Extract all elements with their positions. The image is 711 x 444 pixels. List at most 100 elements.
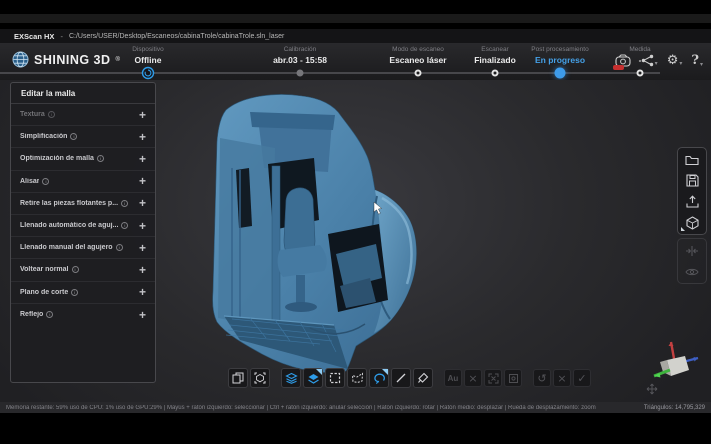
- panel-item-llenado-manual[interactable]: Llenado manual del agujero i +: [11, 237, 155, 260]
- rect-select-button[interactable]: [325, 368, 345, 388]
- workflow-header: SHINING 3D ® Dispositivo Offline Calibra…: [0, 43, 711, 80]
- target-select-button: [504, 369, 522, 387]
- info-icon: i: [71, 288, 79, 296]
- xyz-axis-gizmo[interactable]: [646, 336, 704, 386]
- add-icon[interactable]: +: [139, 197, 146, 209]
- add-icon[interactable]: +: [139, 309, 146, 321]
- add-icon[interactable]: +: [139, 175, 146, 187]
- panel-item-alisar[interactable]: Alisar i +: [11, 171, 155, 193]
- save-button[interactable]: [680, 171, 704, 190]
- 3d-viewport[interactable]: Editar la malla Textura i + Simplificaci…: [0, 80, 711, 402]
- device-status-dot[interactable]: [141, 66, 155, 80]
- add-icon[interactable]: +: [139, 286, 146, 298]
- modo-escaneo-dot[interactable]: [414, 69, 422, 77]
- info-icon: i: [115, 244, 123, 252]
- app-title: EXScan HX: [14, 31, 55, 41]
- calibracion-dot[interactable]: [296, 69, 304, 77]
- step-label: Calibración: [283, 46, 317, 53]
- add-icon[interactable]: +: [139, 220, 146, 232]
- panel-item-voltear-normal[interactable]: Voltear normal i +: [11, 259, 155, 282]
- panel-item-plano-corte[interactable]: Plano de corte i +: [11, 282, 155, 304]
- scanner-device-button[interactable]: [612, 54, 632, 70]
- confirm-button: ✓: [573, 369, 591, 387]
- import-scan-icon: [232, 372, 244, 384]
- step-dispositivo[interactable]: Dispositivo Offline: [83, 46, 213, 65]
- model-cube-icon: [685, 215, 699, 230]
- status-hints: Memoria restante: 59% uso de CPU: 1% uso…: [6, 404, 596, 411]
- deselect-button: ×: [464, 369, 482, 387]
- right-toolbar-file-group: [677, 147, 707, 235]
- chevron-down-icon: ▾: [699, 62, 703, 68]
- corner-badge: [316, 369, 322, 375]
- medida-dot[interactable]: [636, 69, 644, 77]
- info-icon: i: [121, 222, 129, 230]
- status-bar: Memoria restante: 59% uso de CPU: 1% uso…: [0, 402, 711, 413]
- panel-item-textura[interactable]: Textura i +: [11, 104, 155, 127]
- settings-gear-icon: ⚙: [666, 53, 679, 68]
- line-select-icon: [396, 373, 406, 383]
- undo-icon: ↺: [537, 371, 547, 385]
- escanear-dot[interactable]: [491, 69, 499, 77]
- undo-button: ↺: [533, 369, 551, 387]
- import-scan-button[interactable]: [228, 368, 248, 388]
- deselect-icon: ×: [468, 371, 478, 385]
- select-all-button: [484, 369, 502, 387]
- overlay-display-button[interactable]: [303, 368, 323, 388]
- add-icon[interactable]: +: [139, 264, 146, 276]
- cancel-button: ×: [553, 369, 571, 387]
- panel-item-reflejo[interactable]: Reflejo i +: [11, 304, 155, 326]
- layers-icon: [284, 372, 298, 384]
- corner-badge: [681, 227, 685, 231]
- step-value: abr.03 - 15:58: [273, 55, 327, 65]
- add-icon[interactable]: +: [139, 109, 146, 121]
- globe-logo-icon: [12, 51, 29, 68]
- file-tool-group: [228, 368, 270, 388]
- info-icon: i: [121, 199, 129, 207]
- panel-item-optimizacion-malla[interactable]: Optimización de malla i +: [11, 148, 155, 171]
- step-label: Medida: [629, 46, 651, 53]
- device-sync-icon: [141, 66, 155, 80]
- title-bar: EXScan HX - C:/Users/USER/Desktop/Escane…: [0, 29, 711, 43]
- add-icon[interactable]: +: [139, 242, 146, 254]
- eye-icon: [685, 268, 699, 275]
- post-procesamiento-dot[interactable]: [554, 67, 566, 79]
- brush-select-button[interactable]: [413, 368, 433, 388]
- edit-mesh-panel: Editar la malla Textura i + Simplificaci…: [10, 82, 156, 383]
- target-select-icon: [508, 373, 518, 383]
- add-icon[interactable]: +: [139, 131, 146, 143]
- export-upload-icon: [685, 195, 699, 208]
- layers-button[interactable]: [281, 368, 301, 388]
- info-icon: i: [70, 133, 78, 141]
- line-select-button[interactable]: [391, 368, 411, 388]
- add-icon[interactable]: +: [139, 153, 146, 165]
- export-button[interactable]: [680, 192, 704, 211]
- auto-select-button: Au: [444, 369, 462, 387]
- confirm-group: ↺ × ✓: [533, 369, 591, 387]
- info-icon: i: [71, 266, 79, 274]
- help-icon: ?: [691, 53, 699, 68]
- panel-item-piezas-flotantes[interactable]: Retire las piezas flotantes p... i +: [11, 193, 155, 215]
- panel-item-simplificacion[interactable]: Simplificación i +: [11, 126, 155, 149]
- lasso-select-button[interactable]: [369, 368, 389, 388]
- selection-ops-group: Au ×: [444, 369, 522, 387]
- rect-select-icon: [329, 372, 341, 384]
- step-value: Offline: [134, 55, 162, 65]
- help-button[interactable]: ? ▾: [691, 53, 703, 68]
- settings-button[interactable]: ⚙ ▾: [667, 54, 683, 67]
- file-path: C:/Users/USER/Desktop/Escaneos/cabinaTro…: [68, 32, 285, 40]
- view-cube-button[interactable]: [250, 368, 270, 388]
- panel-item-llenado-automatico[interactable]: Llenado automático de aguj... i +: [11, 215, 155, 238]
- chevron-down-icon: ▾: [654, 61, 658, 67]
- model-view-button[interactable]: [680, 213, 704, 232]
- fit-view-icon: [686, 245, 698, 256]
- open-project-button[interactable]: [680, 150, 704, 169]
- cancel-icon: ×: [557, 371, 567, 385]
- header-actions: ▾ ⚙ ▾ ? ▾: [612, 53, 703, 70]
- share-button[interactable]: ▾: [641, 54, 658, 67]
- polygon-select-button[interactable]: [347, 368, 367, 388]
- step-calibracion[interactable]: Calibración abr.03 - 15:58: [235, 46, 365, 65]
- scan-mesh-model[interactable]: [180, 78, 500, 398]
- step-label: Dispositivo: [132, 46, 164, 53]
- right-toolbar-view-group: [677, 238, 707, 284]
- fit-view-button: [680, 241, 704, 260]
